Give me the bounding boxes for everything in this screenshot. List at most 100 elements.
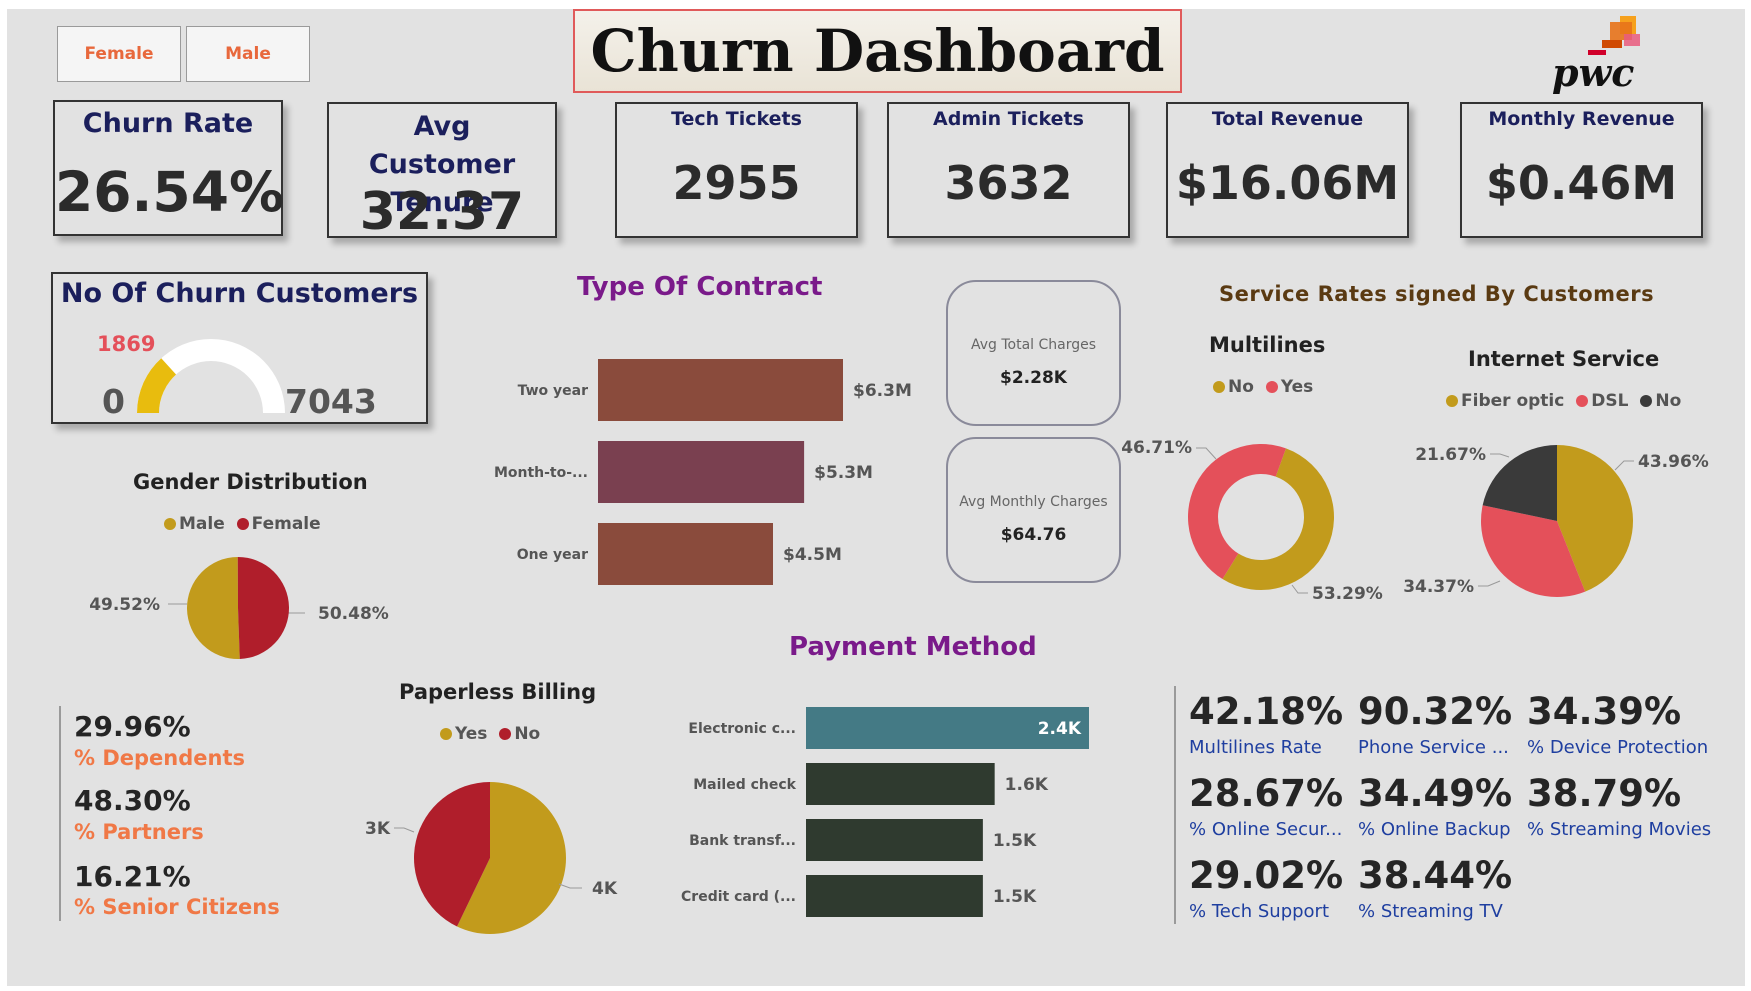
paperless-legend: Yes No <box>440 724 540 744</box>
pie-leader-line <box>1291 584 1308 594</box>
partners-value: 48.30% <box>74 784 191 817</box>
pie-data-label: 53.29% <box>1312 584 1383 604</box>
monthly-revenue-value: $0.46M <box>1485 156 1678 210</box>
legend-fiber-optic: Fiber optic <box>1461 391 1565 411</box>
online-backup-label: % Online Backup <box>1358 819 1511 840</box>
device-protection-value: 34.39% <box>1527 690 1682 733</box>
internet-pie-chart: 43.96% 34.37% 21.67% <box>1403 445 1709 597</box>
legend-dsl: DSL <box>1591 391 1629 411</box>
admin-tickets-title: Admin Tickets <box>933 108 1084 130</box>
legend-no: No <box>1228 377 1254 397</box>
avg-total-charges-value: $2.28K <box>1000 368 1067 388</box>
senior-citizens-label: % Senior Citizens <box>74 895 280 919</box>
gauge-max-label: 7043 <box>285 382 377 421</box>
bar <box>598 441 805 503</box>
legend-swatch <box>499 728 512 740</box>
bar-data-label: 1.5K <box>993 831 1037 851</box>
slicer-female-button[interactable]: Female <box>57 26 181 82</box>
streaming-tv-label: % Streaming TV <box>1358 901 1503 922</box>
slicer-male-button[interactable]: Male <box>186 26 310 82</box>
legend-yes: Yes <box>455 724 488 744</box>
tech-tickets-card: Tech Tickets 2955 <box>615 102 858 238</box>
pie-data-label: 3K <box>365 819 391 839</box>
avg-total-charges-title: Avg Total Charges <box>970 337 1097 353</box>
pie-leader-line <box>394 827 415 833</box>
tech-support-value: 29.02% <box>1189 854 1344 897</box>
gender-chart-title: Gender Distribution <box>133 470 368 494</box>
avg-tenure-card: Avg Customer Tenure 32.37 <box>327 102 557 242</box>
bar-data-label: 1.6K <box>1005 775 1049 795</box>
bar <box>806 763 995 805</box>
admin-tickets-value: 3632 <box>944 156 1073 210</box>
pwc-logo: pwc <box>1552 16 1640 95</box>
device-protection-label: % Device Protection <box>1527 737 1709 758</box>
bar-data-label: $5.3M <box>814 463 873 483</box>
avg-tenure-value: 32.37 <box>359 182 525 242</box>
gauge-min-label: 0 <box>102 382 125 421</box>
legend-swatch <box>1265 381 1278 393</box>
multilines-rate-label: Multilines Rate <box>1189 737 1322 758</box>
senior-citizens-value: 16.21% <box>74 860 191 893</box>
internet-legend: Fiber optic DSL No <box>1446 391 1681 411</box>
gender-legend: Male Female <box>164 514 321 534</box>
online-backup-value: 34.49% <box>1358 772 1513 815</box>
dependents-value: 29.96% <box>74 710 191 743</box>
avg-total-charges-box: Avg Total Charges $2.28K <box>946 280 1121 426</box>
pie-data-label: 43.96% <box>1638 452 1709 472</box>
bar-data-label: 1.5K <box>993 887 1037 907</box>
monthly-revenue-title: Monthly Revenue <box>1488 108 1675 130</box>
churn-gauge: 1869 0 7043 <box>97 332 377 421</box>
overview-divider <box>59 706 61 921</box>
dashboard-title-box: Churn Dashboard <box>573 9 1182 93</box>
payment-bar-chart: Electronic c... 2.4K Mailed check 1.6K Bank … <box>681 707 1089 917</box>
pie-data-label: 34.37% <box>1403 577 1474 597</box>
legend-swatch <box>1213 381 1225 393</box>
contract-chart-title: Type Of Contract <box>577 272 823 302</box>
phone-service-value: 90.32% <box>1358 690 1513 733</box>
multilines-legend: No Yes <box>1213 377 1313 397</box>
paperless-chart-title: Paperless Billing <box>399 680 597 704</box>
legend-male: Male <box>179 514 225 534</box>
service-divider <box>1174 686 1176 924</box>
contract-bar-chart: Two year $6.3M Month-to-... $5.3M One year $4… <box>494 359 912 585</box>
total-revenue-card: Total Revenue $16.06M <box>1166 102 1409 238</box>
payment-chart-title: Payment Method <box>789 632 1037 662</box>
bar <box>598 523 773 585</box>
pie-leader-line <box>558 883 582 889</box>
bar-category-label: Two year <box>518 383 589 399</box>
tech-tickets-title: Tech Tickets <box>671 108 802 130</box>
bar <box>598 359 843 421</box>
pie-data-label: 50.48% <box>318 604 389 624</box>
bar-data-label: $6.3M <box>853 381 912 401</box>
churn-rate-value: 26.54% <box>55 160 285 224</box>
multilines-donut-chart: 53.29% 46.71% <box>1121 438 1383 604</box>
legend-swatch <box>1446 395 1458 407</box>
total-revenue-title: Total Revenue <box>1211 108 1364 130</box>
pie-leader-line <box>1490 453 1510 458</box>
bar-data-label: $4.5M <box>783 545 842 565</box>
avg-monthly-charges-value: $64.76 <box>1000 525 1067 545</box>
phone-service-label: Phone Service ... <box>1358 737 1509 758</box>
paperless-pie-chart: 4K 3K <box>365 782 618 934</box>
pie-data-label: 46.71% <box>1121 438 1192 458</box>
streaming-movies-value: 38.79% <box>1527 772 1682 815</box>
avg-monthly-charges-title: Avg Monthly Charges <box>959 494 1108 510</box>
internet-chart-title: Internet Service <box>1468 347 1660 371</box>
dependents-label: % Dependents <box>74 746 246 770</box>
dashboard-title: Churn Dashboard <box>590 17 1165 85</box>
pie-slice <box>187 557 240 659</box>
total-revenue-value: $16.06M <box>1175 156 1400 210</box>
avg-monthly-charges-box: Avg Monthly Charges $64.76 <box>946 437 1121 583</box>
streaming-movies-label: % Streaming Movies <box>1527 819 1712 840</box>
online-security-label: % Online Secur... <box>1189 819 1343 840</box>
bar-data-label: 2.4K <box>1038 719 1082 739</box>
admin-tickets-card: Admin Tickets 3632 <box>887 102 1130 238</box>
tech-support-label: % Tech Support <box>1189 901 1330 922</box>
bar-category-label: Bank transf... <box>689 833 796 849</box>
pie-data-label: 4K <box>592 879 618 899</box>
legend-female: Female <box>251 514 321 534</box>
pie-leader-line <box>1614 460 1634 471</box>
streaming-tv-value: 38.44% <box>1358 854 1513 897</box>
service-section-title: Service Rates signed By Customers <box>1219 282 1655 306</box>
gender-pie-chart: 50.48% 49.52% <box>89 557 389 659</box>
